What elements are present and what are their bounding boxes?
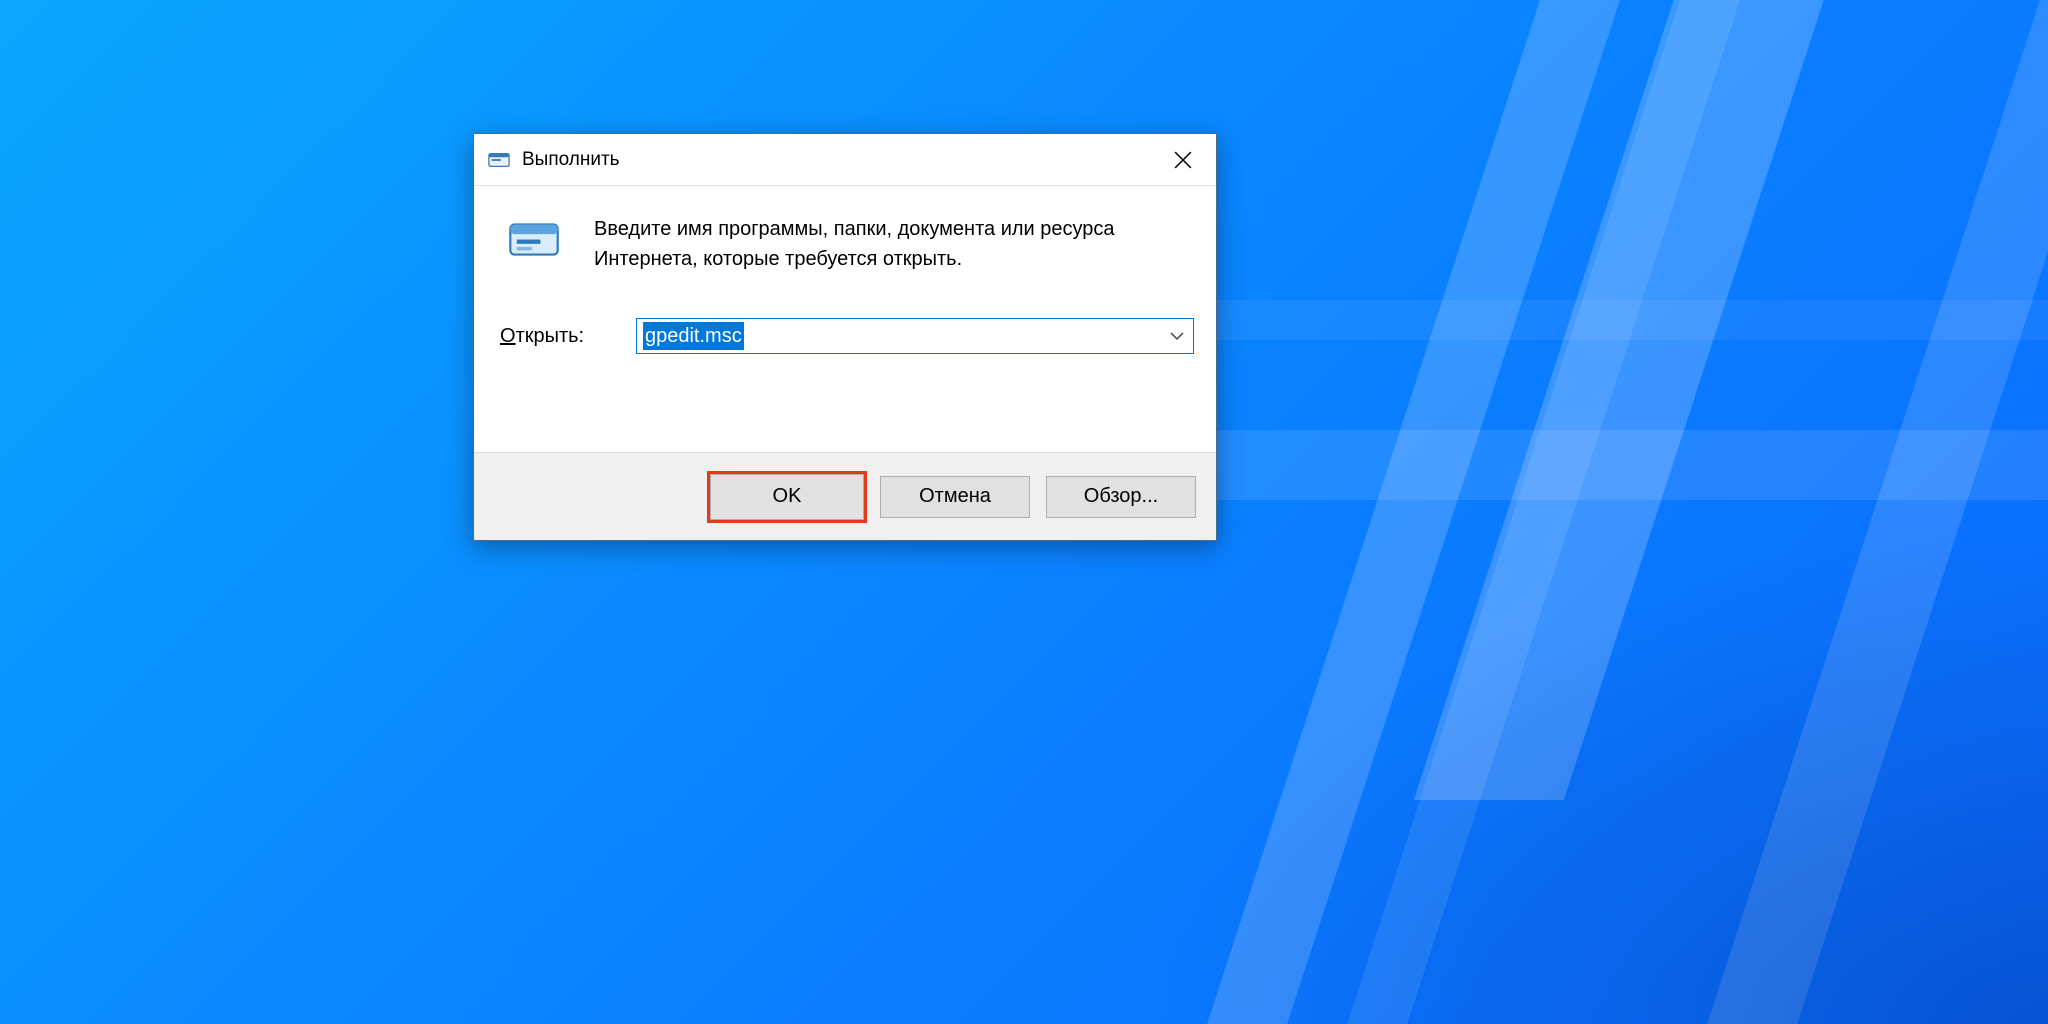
bg-beam — [1120, 300, 2048, 340]
close-icon — [1174, 151, 1192, 169]
open-label: Открыть: — [500, 325, 608, 348]
dialog-description: Введите имя программы, папки, документа … — [594, 214, 1134, 274]
bg-vignette — [1148, 524, 2048, 1024]
run-dialog: Выполнить Введите имя — [473, 133, 1217, 541]
desktop-background: Выполнить Введите имя — [0, 0, 2048, 1024]
close-button[interactable] — [1154, 134, 1212, 185]
cancel-button[interactable]: Отмена — [880, 476, 1030, 518]
open-input-value: gpedit.msc — [643, 322, 744, 350]
bg-beam — [1120, 430, 2048, 500]
browse-button[interactable]: Обзор... — [1046, 476, 1196, 518]
ok-button[interactable]: OK — [710, 474, 864, 520]
chevron-down-icon[interactable] — [1169, 328, 1185, 344]
dialog-body: Введите имя программы, папки, документа … — [474, 186, 1216, 452]
open-input[interactable]: gpedit.msc — [636, 318, 1194, 354]
dialog-title: Выполнить — [522, 149, 620, 171]
run-icon — [488, 149, 510, 171]
button-bar: OK Отмена Обзор... — [474, 452, 1216, 540]
titlebar[interactable]: Выполнить — [474, 134, 1216, 186]
run-icon-large — [506, 216, 562, 264]
